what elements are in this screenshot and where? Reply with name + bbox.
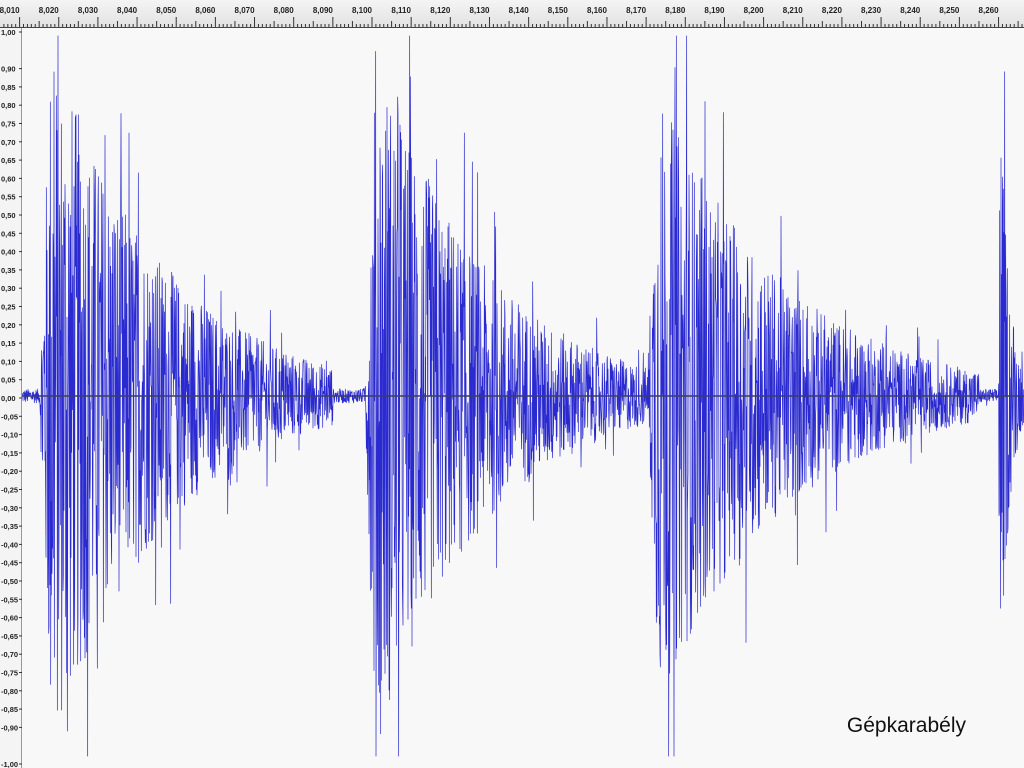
timeline-tick-label: 8,170 <box>626 6 647 15</box>
timeline-ruler[interactable]: 8,010 8,020 8,030 8,040 8,050 8,060 8,070 8,080… <box>0 0 1024 28</box>
waveform-track[interactable] <box>22 28 1024 768</box>
amplitude-tick-label: 0,15 <box>1 339 16 348</box>
timeline-tick-label: 8,110 <box>391 6 411 15</box>
amplitude-tick-label: 0,90 <box>1 65 16 74</box>
timeline-tick-label: 8,200 <box>744 6 765 15</box>
timeline-tick-label: 8,180 <box>665 6 686 15</box>
amplitude-tick-label: -0,05 <box>1 412 18 421</box>
timeline-tick-label: 8,240 <box>900 6 921 15</box>
amplitude-tick-label: 0,40 <box>1 248 16 257</box>
timeline-tick-label: 8,220 <box>822 6 843 15</box>
amplitude-tick-label: -0,35 <box>1 522 18 531</box>
amplitude-tick-label: 0,05 <box>1 376 16 385</box>
timeline-tick-label: 8,230 <box>861 6 882 15</box>
timeline-tick-label: 8,060 <box>195 6 216 15</box>
amplitude-tick-label: 0,10 <box>1 357 16 366</box>
timeline-ruler-ticks: 8,010 8,020 8,030 8,040 8,050 8,060 8,070 8,080… <box>0 6 1023 27</box>
waveform-plot <box>22 35 1024 757</box>
timeline-tick-label: 8,190 <box>704 6 725 15</box>
amplitude-tick-label: -0,40 <box>1 540 18 549</box>
timeline-tick-label: 8,250 <box>939 6 960 15</box>
timeline-tick-label: 8,070 <box>235 6 256 15</box>
amplitude-tick-label: 0,00 <box>1 394 16 403</box>
amplitude-tick-label: 0,50 <box>1 211 16 220</box>
amplitude-tick-label: -0,10 <box>1 431 18 440</box>
amplitude-tick-label: -0,20 <box>1 467 18 476</box>
timeline-tick-label: 8,080 <box>274 6 295 15</box>
amplitude-tick-label: -0,70 <box>1 650 18 659</box>
caption-label: Gépkarabély <box>846 714 966 737</box>
amplitude-tick-label: -0,50 <box>1 577 18 586</box>
amplitude-tick-label: 0,25 <box>1 303 16 312</box>
timeline-tick-label: 8,040 <box>117 6 138 15</box>
timeline-tick-label: 8,020 <box>39 6 60 15</box>
timeline-tick-label: 8,160 <box>587 6 608 15</box>
timeline-tick-label: 8,140 <box>509 6 530 15</box>
amplitude-tick-label: 0,85 <box>1 83 16 92</box>
amplitude-tick-label: -0,25 <box>1 486 18 495</box>
timeline-tick-label: 8,090 <box>313 6 334 15</box>
timeline-tick-label: 8,030 <box>78 6 99 15</box>
amplitude-tick-label: 0,75 <box>1 120 16 129</box>
audio-editor-window: 8,010 8,020 8,030 8,040 8,050 8,060 8,070 8,080… <box>0 0 1024 768</box>
timeline-tick-label: 8,010 <box>0 6 20 15</box>
amplitude-tick-label: 0,70 <box>1 138 16 147</box>
timeline-tick-label: 8,150 <box>548 6 569 15</box>
amplitude-tick-label: -0,45 <box>1 559 18 568</box>
amplitude-tick-label: -1,00 <box>1 760 18 768</box>
amplitude-ruler: 1,00 0,90 0,85 0,80 0,75 0,70 0,65 0,60 0,55 0,50… <box>0 28 22 768</box>
timeline-tick-label: 8,050 <box>156 6 177 15</box>
amplitude-tick-label: 0,20 <box>1 321 16 330</box>
amplitude-tick-label: -0,55 <box>1 595 18 604</box>
amplitude-tick-label: -0,90 <box>1 723 18 732</box>
amplitude-tick-label: -0,15 <box>1 449 18 458</box>
amplitude-ruler-ticks: 1,00 0,90 0,85 0,80 0,75 0,70 0,65 0,60 0,55 0,50… <box>1 28 22 768</box>
timeline-tick-label: 8,100 <box>352 6 373 15</box>
amplitude-tick-label: 0,35 <box>1 266 16 275</box>
amplitude-tick-label: 1,00 <box>1 28 16 37</box>
amplitude-tick-label: -0,30 <box>1 504 18 513</box>
amplitude-tick-label: -0,80 <box>1 687 18 696</box>
amplitude-tick-label: 0,60 <box>1 174 16 183</box>
amplitude-tick-label: -0,60 <box>1 614 18 623</box>
amplitude-tick-label: 0,65 <box>1 156 16 165</box>
timeline-tick-label: 8,260 <box>979 6 1000 15</box>
amplitude-tick-label: 0,80 <box>1 101 16 110</box>
amplitude-tick-label: 0,55 <box>1 193 16 202</box>
amplitude-tick-label: 0,45 <box>1 229 16 238</box>
timeline-tick-label: 8,210 <box>783 6 804 15</box>
timeline-tick-label: 8,120 <box>430 6 451 15</box>
amplitude-tick-label: -0,65 <box>1 632 18 641</box>
amplitude-tick-label: 0,30 <box>1 284 16 293</box>
amplitude-tick-label: -0,75 <box>1 669 18 678</box>
timeline-tick-label: 8,130 <box>469 6 490 15</box>
amplitude-tick-label: -0,85 <box>1 705 18 714</box>
